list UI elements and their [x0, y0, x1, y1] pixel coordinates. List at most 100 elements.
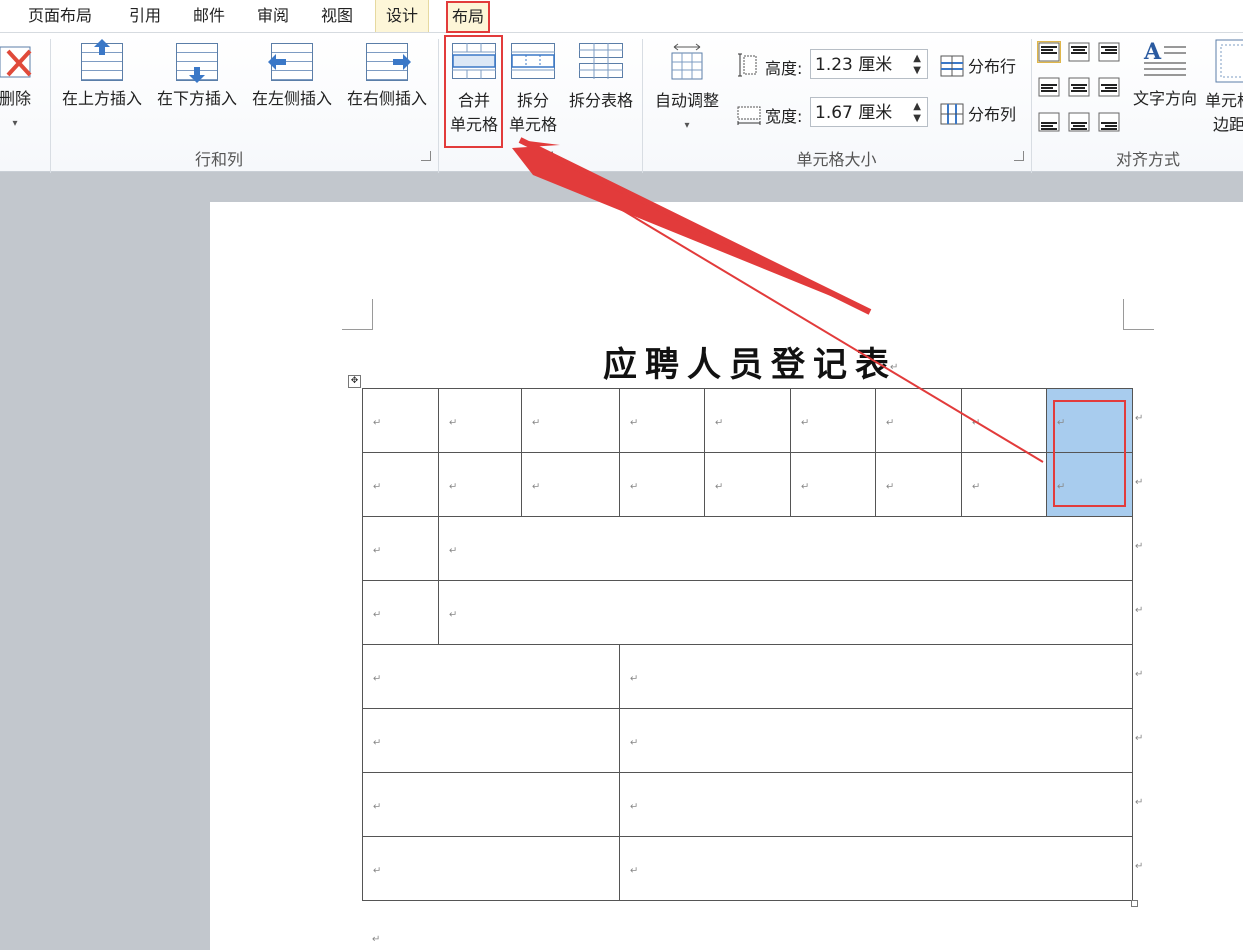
- menu-tab-bar: ▏ 页面布局 引用 邮件 审阅 视图 设计 布局: [0, 0, 1243, 33]
- end-of-row-mark: ↵: [1135, 797, 1144, 808]
- split-table-button[interactable]: 拆分表格: [563, 39, 639, 113]
- table-cell[interactable]: ↵: [704, 452, 791, 517]
- spin-down-icon[interactable]: ▼: [913, 114, 921, 124]
- table-cell[interactable]: ↵: [362, 772, 620, 837]
- table-cell[interactable]: ↵: [619, 836, 1133, 901]
- align-bottom-right-icon[interactable]: [1097, 111, 1121, 133]
- end-of-row-mark: ↵: [1135, 541, 1144, 552]
- text-direction-button[interactable]: A 文字方向: [1128, 37, 1202, 111]
- align-middle-center-icon[interactable]: [1067, 76, 1091, 98]
- margin-corner-mark: [1123, 299, 1154, 330]
- down-arrow-icon: [189, 67, 205, 87]
- height-input[interactable]: 1.23 厘米 ▲ ▼: [810, 49, 928, 79]
- table-cell[interactable]: ↵: [362, 452, 439, 517]
- table-row: ↵ ↵: [362, 708, 1133, 773]
- table-cell[interactable]: ↵: [438, 388, 522, 453]
- tab-references[interactable]: 引用: [129, 0, 161, 32]
- table-cell[interactable]: ↵: [790, 388, 876, 453]
- tab-mailings[interactable]: 邮件: [193, 0, 225, 32]
- document-title[interactable]: 应聘人员登记表: [560, 337, 940, 386]
- align-top-center-icon[interactable]: [1067, 41, 1091, 63]
- paragraph-mark: ↵: [972, 417, 981, 429]
- paragraph-mark: ↵: [630, 801, 639, 813]
- table-cell[interactable]: ↵: [438, 452, 522, 517]
- table-cell[interactable]: ↵: [521, 452, 620, 517]
- table-cell[interactable]: ↵: [875, 388, 962, 453]
- table-cell[interactable]: ↵: [362, 516, 439, 581]
- cell-margins-button[interactable]: 单元格 边距: [1203, 37, 1243, 137]
- paragraph-mark: ↵: [801, 481, 810, 493]
- table-cell[interactable]: ↵: [875, 452, 962, 517]
- table-move-handle-icon[interactable]: ✥: [348, 375, 361, 388]
- table-row: ↵ ↵: [362, 580, 1133, 645]
- table-cell[interactable]: ↵: [619, 708, 1133, 773]
- tab-view[interactable]: 视图: [321, 0, 353, 32]
- dialog-launcher-icon[interactable]: [1014, 151, 1024, 161]
- table-row: ↵ ↵: [362, 836, 1133, 901]
- spin-up-icon[interactable]: ▲: [913, 102, 921, 112]
- table-cell[interactable]: ↵: [619, 772, 1133, 837]
- distribute-cols-icon: [940, 103, 964, 129]
- table-cell[interactable]: ↵: [704, 388, 791, 453]
- table-cell[interactable]: ↵: [521, 388, 620, 453]
- align-top-left-icon[interactable]: [1037, 41, 1061, 63]
- insert-below-button[interactable]: 在下方插入: [151, 41, 243, 111]
- insert-left-button[interactable]: 在左侧插入: [246, 41, 338, 111]
- tab-layout[interactable]: 布局: [446, 1, 491, 33]
- spin-up-icon[interactable]: ▲: [913, 54, 921, 64]
- svg-text:A: A: [1143, 39, 1162, 65]
- end-of-row-mark: ↵: [1135, 605, 1144, 616]
- dropdown-arrow-icon: ▾: [12, 118, 18, 129]
- tab-design[interactable]: 设计: [375, 0, 430, 32]
- end-of-row-mark: ↵: [1135, 477, 1144, 488]
- spin-down-icon[interactable]: ▼: [913, 66, 921, 76]
- table-cell[interactable]: ↵: [961, 452, 1047, 517]
- table-cell[interactable]: ↵: [438, 516, 1133, 581]
- table-cell[interactable]: ↵: [362, 836, 620, 901]
- align-bottom-center-icon[interactable]: [1067, 111, 1091, 133]
- table-resize-handle[interactable]: [1131, 900, 1138, 907]
- split-table-icon: [579, 43, 623, 83]
- tab-file-partial[interactable]: ▏: [0, 0, 6, 32]
- table-cell[interactable]: ↵: [619, 388, 705, 453]
- alignment-grid: [1037, 41, 1127, 137]
- row-height-icon: [738, 52, 762, 82]
- table-cell[interactable]: ↵: [362, 708, 620, 773]
- table-cell[interactable]: ↵: [362, 580, 439, 645]
- tab-review[interactable]: 审阅: [257, 0, 289, 32]
- paragraph-mark: ↵: [532, 417, 541, 429]
- group-label-cell-size: 单元格大小: [796, 150, 877, 169]
- paragraph-mark: ↵: [715, 481, 724, 493]
- table-cell[interactable]: ↵: [619, 644, 1133, 709]
- paragraph-mark: ↵: [532, 481, 541, 493]
- table-cell[interactable]: ↵: [790, 452, 876, 517]
- paragraph-mark: ↵: [449, 417, 458, 429]
- tab-page-layout[interactable]: 页面布局: [28, 0, 92, 32]
- width-label: 宽度:: [765, 107, 803, 126]
- dialog-launcher-icon[interactable]: [421, 151, 431, 161]
- distribute-rows-button[interactable]: 分布行: [940, 53, 1030, 77]
- width-input[interactable]: 1.67 厘米 ▲ ▼: [810, 97, 928, 127]
- delete-button[interactable]: 删除 ▾: [0, 41, 40, 130]
- table-cell[interactable]: ↵: [961, 388, 1047, 453]
- paragraph-mark: ↵: [372, 934, 381, 945]
- distribute-cols-button[interactable]: 分布列: [940, 101, 1030, 125]
- autofit-button[interactable]: 自动调整 ▾: [648, 39, 726, 132]
- align-top-right-icon[interactable]: [1097, 41, 1121, 63]
- distribute-rows-icon: [940, 55, 964, 81]
- table-cell[interactable]: ↵: [619, 452, 705, 517]
- table-cell[interactable]: ↵: [362, 644, 620, 709]
- insert-right-button[interactable]: 在右侧插入: [341, 41, 433, 111]
- insert-above-button[interactable]: 在上方插入: [56, 39, 148, 111]
- align-middle-left-icon[interactable]: [1037, 76, 1061, 98]
- end-of-row-mark: ↵: [1135, 733, 1144, 744]
- split-cells-button[interactable]: 拆分 单元格: [505, 39, 561, 137]
- table-cell[interactable]: ↵: [438, 580, 1133, 645]
- align-middle-right-icon[interactable]: [1097, 76, 1121, 98]
- paragraph-mark: ↵: [886, 417, 895, 429]
- align-bottom-left-icon[interactable]: [1037, 111, 1061, 133]
- table-cell[interactable]: ↵: [362, 388, 439, 453]
- highlight-selected-cells: [1053, 400, 1126, 507]
- up-arrow-icon: [94, 39, 110, 59]
- delete-table-icon: [0, 43, 34, 79]
